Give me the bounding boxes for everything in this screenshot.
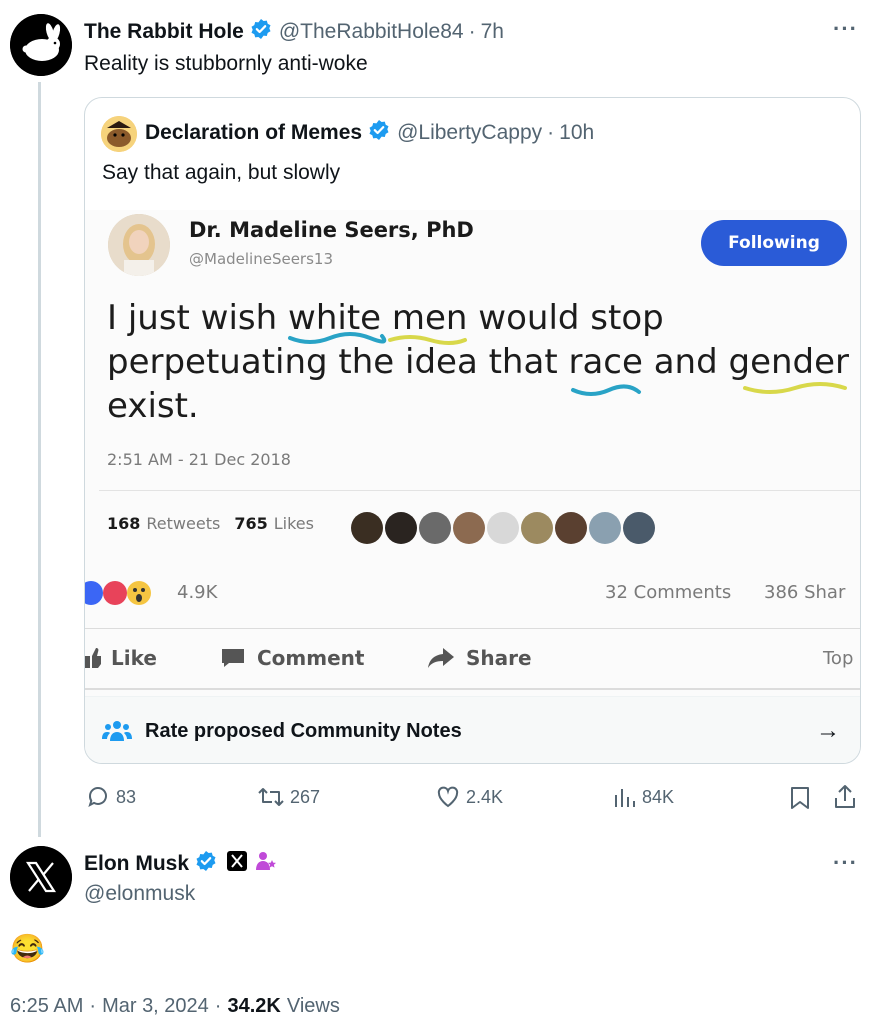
reply-views-count: 34.2K	[227, 995, 281, 1017]
thread-line	[38, 82, 41, 837]
reactions-count: 4.9K	[177, 582, 218, 603]
quote-author-name[interactable]: Declaration of Memes	[145, 121, 362, 145]
image-timestamp: 2:51 AM - 21 Dec 2018	[107, 450, 291, 469]
reply-action[interactable]: 83	[86, 785, 136, 809]
post-time[interactable]: 7h	[481, 20, 504, 44]
verified-badge-icon	[368, 119, 390, 146]
x-affiliate-badge-icon	[227, 851, 248, 876]
profile-handle: @MadelineSeers13	[189, 250, 334, 268]
community-notes-label: Rate proposed Community Notes	[145, 719, 462, 742]
post-text: Reality is stubbornly anti-woke	[84, 52, 368, 75]
capybara-avatar-icon	[101, 116, 137, 152]
following-button: Following	[701, 220, 847, 266]
bookmark-icon	[791, 787, 809, 809]
views-count: 84K	[642, 786, 675, 807]
liker-avatars	[351, 512, 655, 544]
fb-like-action: Like	[85, 646, 157, 670]
divider	[85, 628, 860, 629]
separator-dot: ·	[468, 19, 476, 43]
reaction-icons	[85, 578, 173, 608]
post-header: The Rabbit Hole @TheRabbitHole84 · 7h	[84, 18, 504, 45]
views-action[interactable]: 84K	[612, 785, 674, 809]
reply-count: 83	[116, 786, 137, 807]
arrow-right-icon[interactable]: →	[816, 717, 840, 745]
repost-count: 267	[290, 786, 321, 807]
divider	[99, 490, 860, 491]
like-action[interactable]: 2.4K	[436, 785, 503, 809]
divider	[85, 688, 860, 690]
people-group-icon	[102, 721, 132, 741]
separator-dot: ·	[547, 120, 555, 144]
reply-author-name[interactable]: Elon Musk	[84, 852, 189, 876]
author-handle[interactable]: @TheRabbitHole84	[279, 20, 464, 44]
reply-time[interactable]: 6:25 AM	[10, 995, 83, 1018]
verified-badge-icon	[250, 18, 272, 45]
quoted-image[interactable]: Dr. Madeline Seers, PhD @MadelineSeers13…	[85, 210, 860, 696]
share-arrow-icon	[428, 648, 454, 668]
comment-bubble-icon	[222, 649, 244, 667]
reply-date[interactable]: Mar 3, 2024	[102, 995, 209, 1018]
reply-header: Elon Musk	[84, 850, 277, 877]
repost-action[interactable]: 267	[258, 785, 320, 809]
quoted-post[interactable]: Declaration of Memes @LibertyCappy · 10h…	[84, 97, 861, 764]
quote-header: Declaration of Memes @LibertyCappy · 10h	[145, 119, 594, 146]
mage-emoji-icon	[255, 850, 277, 877]
reply-author-handle[interactable]: @elonmusk	[84, 882, 195, 906]
rabbit-logo-icon	[10, 14, 72, 76]
reply-author-avatar[interactable]	[10, 846, 72, 908]
author-avatar[interactable]	[10, 14, 72, 76]
heart-icon	[437, 786, 459, 808]
quote-author-avatar[interactable]	[101, 116, 137, 152]
verified-badge-icon	[195, 850, 217, 877]
engagement-counts: 168 Retweets 765 Likes	[107, 514, 314, 533]
views-chart-icon	[615, 789, 635, 807]
x-logo-icon	[10, 846, 72, 908]
profile-name: Dr. Madeline Seers, PhD	[189, 218, 474, 242]
shares-count: 386 Shar	[764, 582, 846, 603]
share-upload-icon	[835, 785, 855, 808]
like-count: 2.4K	[466, 786, 504, 807]
comments-count: 32 Comments	[605, 582, 732, 603]
more-options-icon[interactable]: ···	[833, 16, 858, 42]
reply-emoji: 😂	[10, 933, 45, 964]
share-button[interactable]	[833, 784, 857, 815]
quote-text: Say that again, but slowly	[102, 161, 341, 184]
fb-top-label: Top	[823, 648, 854, 669]
reply-views-label: Views	[286, 995, 340, 1017]
repost-icon	[258, 788, 284, 806]
reply-bubble-icon	[88, 787, 107, 808]
profile-photo	[108, 214, 170, 276]
quote-time: 10h	[559, 120, 595, 144]
more-options-icon[interactable]: ···	[833, 850, 858, 876]
fb-share-action: Share	[428, 646, 532, 670]
fb-comment-action: Comment	[221, 646, 364, 670]
community-notes-bar[interactable]: Rate proposed Community Notes →	[85, 696, 860, 763]
author-name[interactable]: The Rabbit Hole	[84, 20, 244, 44]
highlight-underlines	[288, 332, 847, 396]
bookmark-button[interactable]	[789, 786, 811, 815]
thumbs-up-icon	[85, 648, 101, 668]
quote-author-handle[interactable]: @LibertyCappy	[397, 121, 542, 145]
reply-meta: 6:25 AM · Mar 3, 2024 · 34.2K Views	[10, 995, 340, 1018]
